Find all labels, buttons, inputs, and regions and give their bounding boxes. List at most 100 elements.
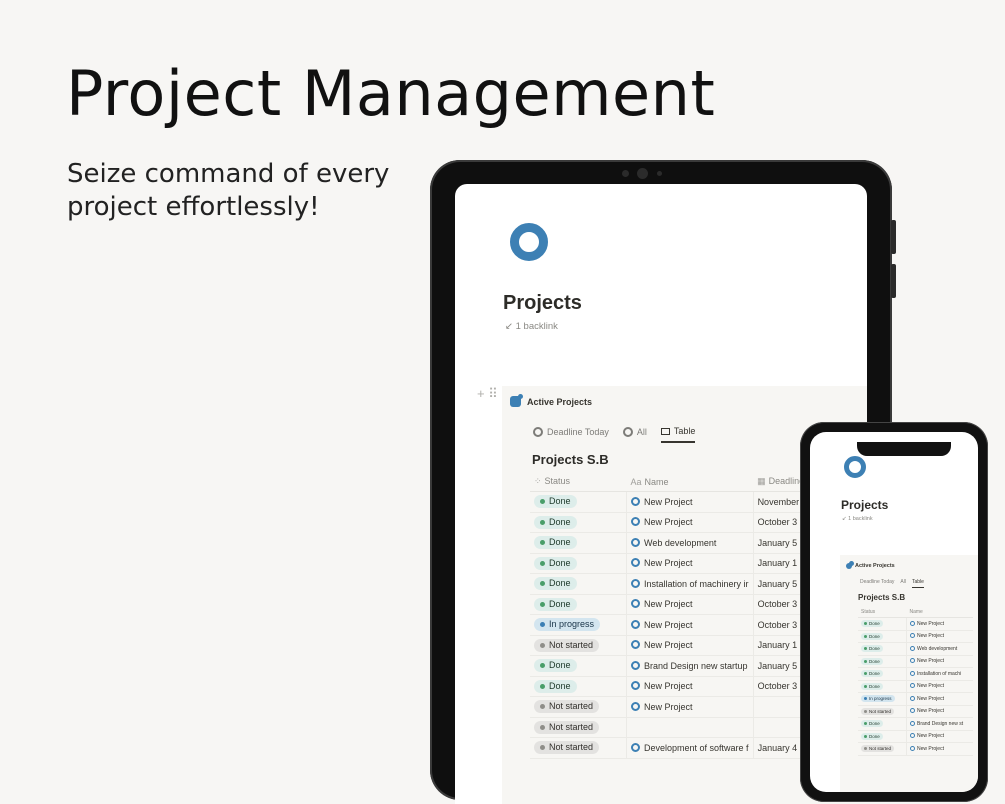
block-handle[interactable]: + ⠿ xyxy=(477,386,498,402)
status-cell[interactable]: In progress xyxy=(530,614,627,636)
name-cell[interactable]: New Project xyxy=(906,617,973,631)
status-dot xyxy=(540,560,545,566)
database-header[interactable]: Active Projects xyxy=(510,394,592,407)
page-title[interactable]: Projects xyxy=(503,292,582,315)
table-row[interactable]: Not started New Project xyxy=(530,696,812,718)
status-label: Not started xyxy=(549,639,594,650)
status-cell[interactable]: Done xyxy=(858,642,907,656)
column-header-name[interactable]: Name xyxy=(906,607,973,618)
status-badge: Done xyxy=(534,556,577,570)
name-cell[interactable]: New Project xyxy=(626,676,754,697)
project-name: Brand Design new st xyxy=(917,720,964,727)
status-cell[interactable]: Not started xyxy=(858,742,907,756)
table-row[interactable]: Not started Development of software f Janu… xyxy=(530,737,812,759)
table-row[interactable]: Done Brand Design new st xyxy=(858,717,973,731)
status-cell[interactable]: Done xyxy=(530,573,627,595)
backlink-link[interactable]: ↙ 1 backlink xyxy=(505,321,558,332)
name-cell[interactable]: Development of software f xyxy=(626,737,754,759)
status-cell[interactable]: In progress xyxy=(858,692,907,706)
status-cell[interactable]: Done xyxy=(858,655,907,668)
column-header-status[interactable]: ⁘ Status xyxy=(530,472,627,492)
page-icon[interactable] xyxy=(510,223,548,261)
tab-deadline-today[interactable]: Deadline Today xyxy=(533,427,609,442)
column-header-name[interactable]: Aa Name xyxy=(626,472,754,492)
table-row[interactable]: Done New Project xyxy=(858,680,973,693)
table-row[interactable]: Done New Project xyxy=(858,730,973,743)
table-row[interactable]: Not started New Project xyxy=(858,705,973,718)
status-cell[interactable]: Done xyxy=(530,532,627,554)
name-cell[interactable] xyxy=(626,717,754,738)
status-cell[interactable]: Done xyxy=(530,655,627,677)
table-row[interactable]: Done New Project October 3 xyxy=(530,594,812,615)
status-cell[interactable]: Not started xyxy=(530,696,627,718)
table-row[interactable]: Not started New Project xyxy=(858,742,973,756)
table-row[interactable]: Done Installation of machi xyxy=(858,667,973,681)
name-cell[interactable]: Web development xyxy=(906,642,973,656)
tab-deadline-today[interactable]: Deadline Today xyxy=(860,579,894,588)
status-cell[interactable]: Done xyxy=(858,717,907,731)
status-cell[interactable]: Done xyxy=(530,553,627,574)
name-cell[interactable]: New Project xyxy=(626,614,754,636)
status-cell[interactable]: Done xyxy=(858,617,907,631)
name-cell[interactable]: New Project xyxy=(626,696,754,718)
table-row[interactable]: Not started xyxy=(530,717,812,738)
name-cell[interactable]: New Project xyxy=(626,491,754,513)
page-icon[interactable] xyxy=(844,456,866,478)
name-cell[interactable]: Brand Design new startup xyxy=(626,655,754,677)
status-cell[interactable]: Done xyxy=(530,512,627,533)
status-label: Done xyxy=(549,537,571,548)
table-row[interactable]: Done New Project xyxy=(858,617,973,631)
status-cell[interactable]: Done xyxy=(858,630,907,643)
table-row[interactable]: Done New Project November xyxy=(530,491,812,513)
name-cell[interactable]: Web development xyxy=(626,532,754,554)
status-cell[interactable]: Done xyxy=(858,667,907,681)
table-row[interactable]: Done New Project xyxy=(858,630,973,643)
status-label: Done xyxy=(869,683,880,689)
status-cell[interactable]: Done xyxy=(858,730,907,743)
status-cell[interactable]: Done xyxy=(530,594,627,615)
status-cell[interactable]: Done xyxy=(530,491,627,513)
table-row[interactable]: In progress New Project October 3 xyxy=(530,614,812,636)
tab-table[interactable]: Table xyxy=(660,426,696,443)
table-row[interactable]: In progress New Project xyxy=(858,692,973,706)
table-row[interactable]: Done Installation of machinery ir January … xyxy=(530,573,812,595)
name-cell[interactable]: New Project xyxy=(906,730,973,743)
name-cell[interactable]: Installation of machi xyxy=(906,667,973,681)
table-row[interactable]: Done New Project October 3 xyxy=(530,512,812,533)
name-cell[interactable]: New Project xyxy=(626,594,754,615)
status-cell[interactable]: Not started xyxy=(858,705,907,718)
status-cell[interactable]: Not started xyxy=(530,737,627,759)
name-cell[interactable]: New Project xyxy=(626,553,754,574)
status-cell[interactable]: Done xyxy=(530,676,627,697)
status-cell[interactable]: Not started xyxy=(530,717,627,738)
name-cell[interactable]: New Project xyxy=(906,680,973,693)
tab-table[interactable]: Table xyxy=(911,579,924,588)
table-row[interactable]: Done New Project October 3 xyxy=(530,676,812,697)
name-cell[interactable]: New Project xyxy=(906,630,973,643)
status-cell[interactable]: Not started xyxy=(530,635,627,656)
table-row[interactable]: Done New Project xyxy=(858,655,973,668)
database-header[interactable]: Active Projects xyxy=(846,561,895,569)
name-cell[interactable]: New Project xyxy=(906,655,973,668)
status-cell[interactable]: Done xyxy=(858,680,907,693)
name-cell[interactable]: New Project xyxy=(626,512,754,533)
name-cell[interactable]: New Project xyxy=(906,705,973,718)
table-row[interactable]: Done Brand Design new startup January 5 xyxy=(530,655,812,677)
column-header-status[interactable]: Status xyxy=(858,607,907,618)
project-name: New Project xyxy=(644,517,693,528)
tab-all[interactable]: All xyxy=(900,579,906,588)
status-dot xyxy=(864,659,867,663)
table-row[interactable]: Done Web development xyxy=(858,642,973,656)
table-row[interactable]: Done Web development January 5 xyxy=(530,532,812,554)
name-cell[interactable]: New Project xyxy=(906,692,973,706)
table-row[interactable]: Not started New Project January 1 xyxy=(530,635,812,656)
page-title[interactable]: Projects xyxy=(841,498,888,512)
name-cell[interactable]: New Project xyxy=(906,742,973,756)
tab-all[interactable]: All xyxy=(622,427,647,442)
backlink-link[interactable]: ↙ 1 backlink xyxy=(842,516,873,522)
project-name: New Project xyxy=(917,708,944,715)
name-cell[interactable]: Brand Design new st xyxy=(906,717,973,731)
name-cell[interactable]: New Project xyxy=(626,635,754,656)
name-cell[interactable]: Installation of machinery ir xyxy=(626,573,754,595)
table-row[interactable]: Done New Project January 1 xyxy=(530,553,812,574)
